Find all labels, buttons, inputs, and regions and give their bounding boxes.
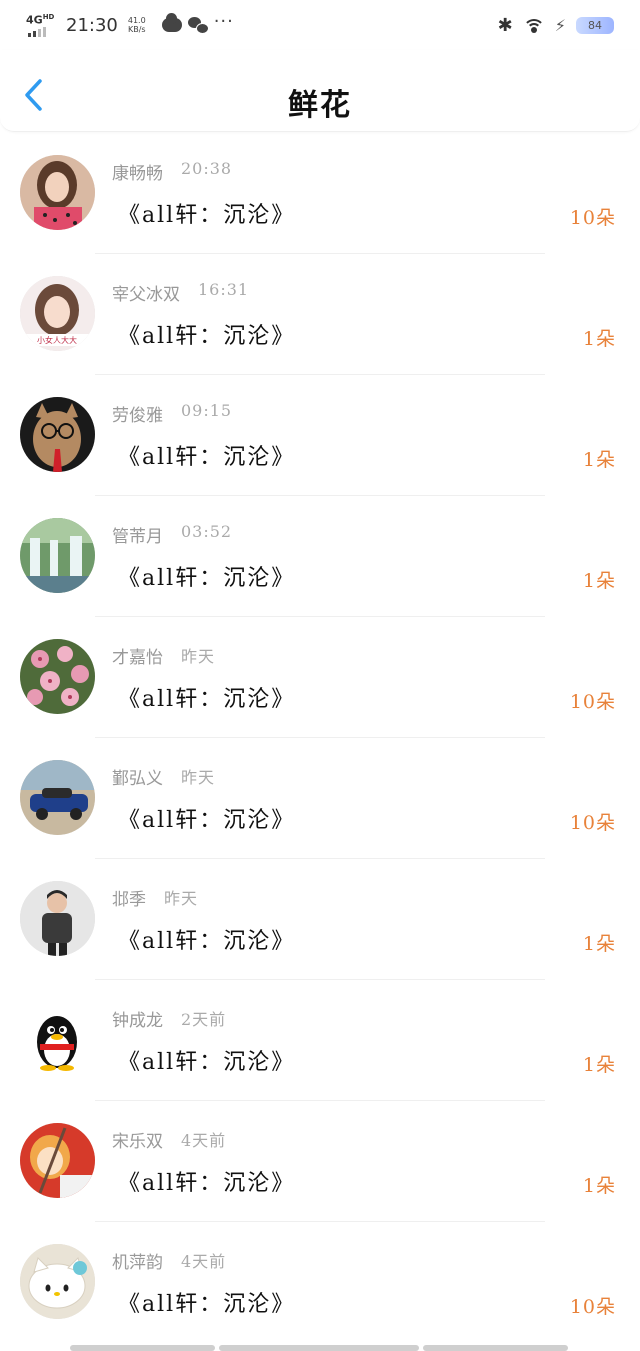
list-item[interactable]: 小女人大大 宰父冰双 16:31 《all轩：沉沦》 1朵 xyxy=(0,254,640,375)
item-meta: 才嘉怡 昨天 xyxy=(112,643,215,668)
flower-count: 1朵 xyxy=(582,1054,616,1076)
avatar[interactable] xyxy=(20,1123,95,1198)
timestamp: 昨天 xyxy=(181,768,216,787)
avatar[interactable] xyxy=(20,881,95,956)
network-speed: 41.0 KB/s xyxy=(127,16,146,34)
rally-car-icon xyxy=(20,760,95,835)
waterfall-icon xyxy=(20,518,95,593)
list-item[interactable]: 宋乐双 4天前 《all轩：沉沦》 1朵 xyxy=(0,1101,640,1222)
timestamp: 16:31 xyxy=(198,280,250,299)
item-meta: 管芾月 03:52 xyxy=(112,522,232,547)
avatar[interactable] xyxy=(20,1244,95,1319)
cartoon-girl-icon xyxy=(20,1123,95,1198)
list-item[interactable]: 劳俊雅 09:15 《all轩：沉沦》 1朵 xyxy=(0,375,640,496)
flower-count: 1朵 xyxy=(582,328,616,350)
sender-name: 鄞弘义 xyxy=(112,769,163,789)
scroll-indicator xyxy=(70,1345,568,1351)
charging-icon: ⚡ xyxy=(554,15,566,35)
flower-count: 10朵 xyxy=(569,691,616,713)
item-meta: 钟成龙 2天前 xyxy=(112,1006,226,1031)
page-title: 鲜花 xyxy=(288,88,352,123)
cellular-signal-icon: 4GHD xyxy=(26,13,56,37)
battery-indicator: 84 xyxy=(576,16,614,34)
wifi-icon xyxy=(522,17,545,33)
pink-flowers-icon xyxy=(20,639,95,714)
item-message: 《all轩：沉沦》 xyxy=(118,445,296,470)
item-message: 《all轩：沉沦》 xyxy=(118,1171,296,1196)
item-meta: 宋乐双 4天前 xyxy=(112,1127,226,1152)
wechat-icon xyxy=(187,17,209,34)
flower-count: 1朵 xyxy=(582,570,616,592)
list-item[interactable]: 管芾月 03:52 《all轩：沉沦》 1朵 xyxy=(0,496,640,617)
timestamp: 20:38 xyxy=(181,159,233,178)
sender-name: 才嘉怡 xyxy=(112,648,163,668)
avatar[interactable] xyxy=(20,760,95,835)
item-meta: 邶季 昨天 xyxy=(112,885,198,910)
item-message: 《all轩：沉沦》 xyxy=(118,203,296,228)
clock: 21:30 xyxy=(66,14,118,36)
list-item[interactable]: 才嘉怡 昨天 《all轩：沉沦》 10朵 xyxy=(0,617,640,738)
flower-count: 10朵 xyxy=(569,812,616,834)
item-meta: 劳俊雅 09:15 xyxy=(112,401,232,426)
list-item[interactable]: 邶季 昨天 《all轩：沉沦》 1朵 xyxy=(0,859,640,980)
sender-name: 邶季 xyxy=(112,890,146,910)
svg-text:小女人大大: 小女人大大 xyxy=(37,335,77,345)
item-meta: 康畅畅 20:38 xyxy=(112,159,232,184)
flower-count: 1朵 xyxy=(582,449,616,471)
item-message: 《all轩：沉沦》 xyxy=(118,1292,296,1317)
nav-header: 鲜花 xyxy=(0,50,640,132)
item-message: 《all轩：沉沦》 xyxy=(118,566,296,591)
bluetooth-icon: ✱ xyxy=(497,14,513,36)
flower-count: 10朵 xyxy=(569,207,616,229)
sender-name: 宰父冰双 xyxy=(112,285,180,305)
item-message: 《all轩：沉沦》 xyxy=(118,687,296,712)
status-bar: 4GHD 21:30 41.0 KB/s ··· ✱ ⚡ 84 xyxy=(0,0,640,50)
sender-name: 康畅畅 xyxy=(112,164,163,184)
list-item[interactable]: 鄞弘义 昨天 《all轩：沉沦》 10朵 xyxy=(0,738,640,859)
timestamp: 2天前 xyxy=(181,1010,227,1029)
avatar[interactable] xyxy=(20,155,95,230)
cat-with-glasses-icon xyxy=(20,397,95,472)
item-meta: 宰父冰双 16:31 xyxy=(112,280,249,305)
item-message: 《all轩：沉沦》 xyxy=(118,929,296,954)
list-item[interactable]: 康畅畅 20:38 《all轩：沉沦》 10朵 xyxy=(0,133,640,254)
timestamp: 4天前 xyxy=(181,1252,227,1271)
avatar[interactable] xyxy=(20,518,95,593)
woman-selfie-icon xyxy=(20,155,95,230)
avatar[interactable] xyxy=(20,1002,95,1077)
qq-penguin-icon xyxy=(20,1002,95,1077)
item-message: 《all轩：沉沦》 xyxy=(118,324,296,349)
girl-portrait-icon: 小女人大大 xyxy=(20,276,95,351)
avatar[interactable] xyxy=(20,639,95,714)
item-meta: 鄞弘义 昨天 xyxy=(112,764,215,789)
timestamp: 昨天 xyxy=(181,647,216,666)
timestamp: 昨天 xyxy=(164,889,199,908)
sender-name: 钟成龙 xyxy=(112,1011,163,1031)
sender-name: 管芾月 xyxy=(112,527,163,547)
more-notifications-icon: ··· xyxy=(213,11,234,32)
flower-gift-list: 康畅畅 20:38 《all轩：沉沦》 10朵 小女人大大 宰父冰双 16:31… xyxy=(0,133,640,1343)
hello-kitty-icon xyxy=(20,1244,95,1319)
item-message: 《all轩：沉沦》 xyxy=(118,1050,296,1075)
flower-count: 10朵 xyxy=(569,1296,616,1318)
flower-count: 1朵 xyxy=(582,933,616,955)
man-in-sweater-icon xyxy=(20,881,95,956)
timestamp: 4天前 xyxy=(181,1131,227,1150)
item-message: 《all轩：沉沦》 xyxy=(118,808,296,833)
sender-name: 机萍韵 xyxy=(112,1253,163,1273)
timestamp: 09:15 xyxy=(181,401,233,420)
weather-cloud-icon xyxy=(161,13,182,32)
avatar[interactable] xyxy=(20,397,95,472)
sender-name: 宋乐双 xyxy=(112,1132,163,1152)
item-meta: 机萍韵 4天前 xyxy=(112,1248,226,1273)
list-item[interactable]: 机萍韵 4天前 《all轩：沉沦》 10朵 xyxy=(0,1222,640,1343)
flower-count: 1朵 xyxy=(582,1175,616,1197)
sender-name: 劳俊雅 xyxy=(112,406,163,426)
timestamp: 03:52 xyxy=(181,522,233,541)
avatar[interactable]: 小女人大大 xyxy=(20,276,95,351)
list-item[interactable]: 钟成龙 2天前 《all轩：沉沦》 1朵 xyxy=(0,980,640,1101)
